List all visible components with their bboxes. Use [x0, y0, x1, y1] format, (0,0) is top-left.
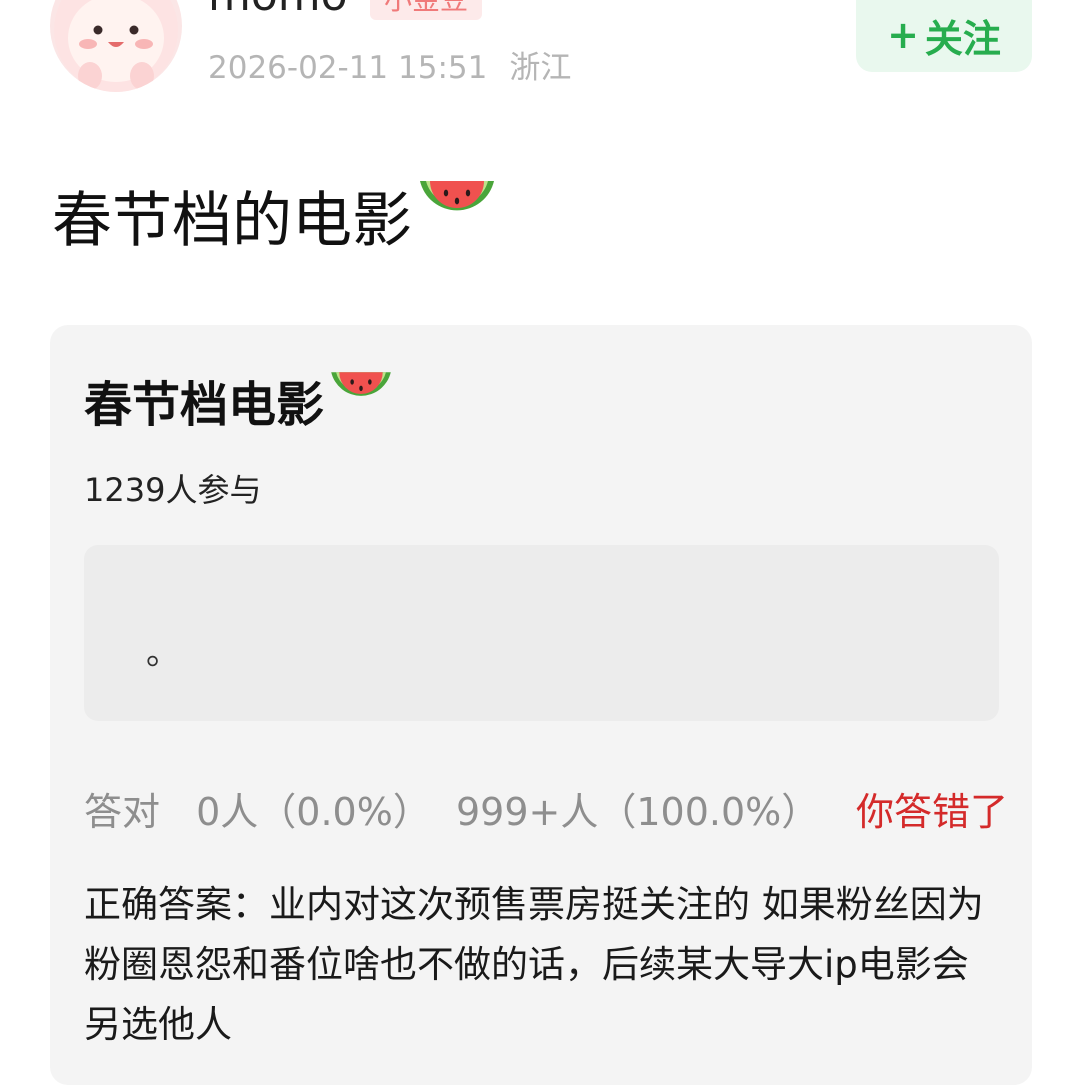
correct-answer: 正确答案：业内对这次预售票房挺关注的 如果粉丝因为粉圈恩怨和番位啥也不做的话，后… [84, 883, 984, 1046]
username[interactable]: momo [208, 0, 348, 21]
follow-button[interactable]: + 关注 [856, 0, 1032, 72]
result-stats: 答对 0人（0.0%） 999+人（100.0%） 你答错了 [84, 781, 1029, 836]
your-result: 你答错了 [856, 790, 1009, 834]
watermelon-icon [416, 175, 498, 256]
quiz-title-text: 春节档电影 [84, 377, 325, 433]
answer-option-text: 。 [146, 633, 180, 673]
participant-count: 1239人参与 [84, 471, 262, 509]
post-timestamp: 2026-02-11 15:51 [208, 50, 488, 86]
plus-icon: + [887, 13, 919, 57]
watermelon-icon [328, 367, 394, 433]
correct-label: 答对 [84, 790, 161, 834]
avatar-character-icon [54, 0, 178, 92]
post-location: 浙江 [509, 50, 572, 86]
follow-label: 关注 [924, 16, 1001, 61]
post-title: 春节档的电影 [52, 172, 498, 259]
answer-option[interactable]: 。 [84, 545, 999, 721]
post-meta: 2026-02-11 15:51 浙江 [208, 42, 571, 87]
post-title-text: 春节档的电影 [52, 186, 412, 256]
quiz-card: 春节档电影 1239人参与 。 答对 0人（0.0%） 999+人（100.0%… [50, 325, 1032, 1085]
avatar[interactable] [50, 0, 182, 92]
correct-stat: 0人（0.0%） [196, 790, 431, 834]
user-level-badge: 小金豆 [370, 0, 483, 20]
wrong-stat: 999+人（100.0%） [456, 790, 820, 834]
quiz-title: 春节档电影 [84, 365, 394, 435]
